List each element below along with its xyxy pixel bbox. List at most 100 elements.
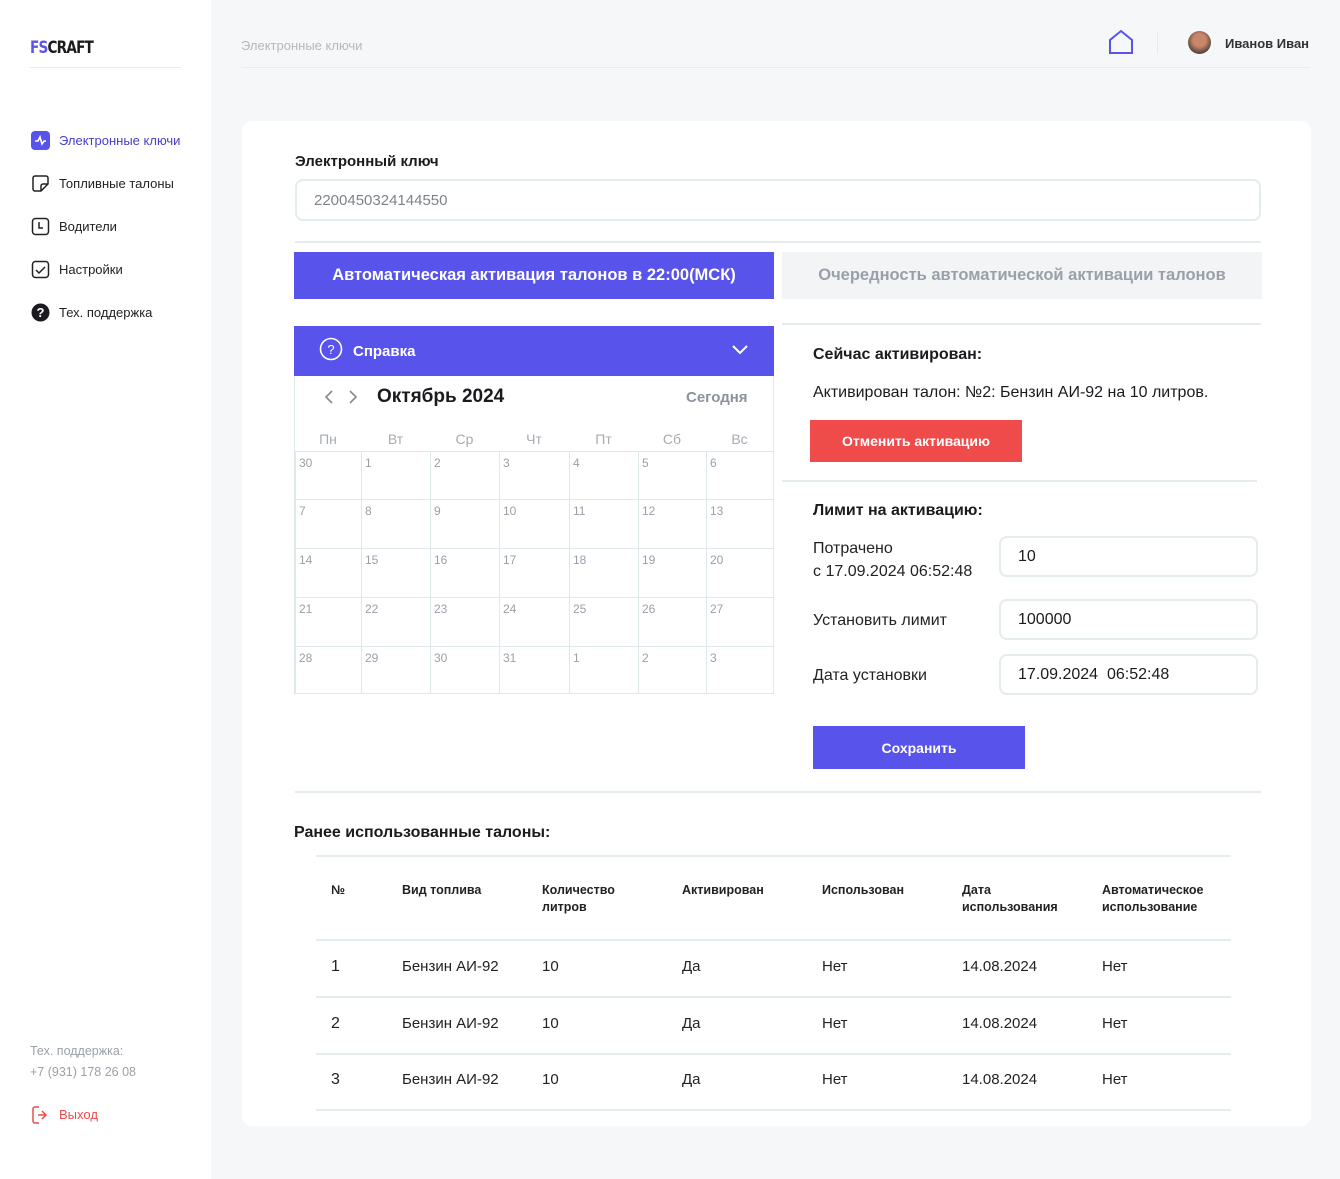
history-title: Ранее использованные талоны:: [294, 824, 551, 841]
column-header: Дата использования: [962, 882, 1058, 916]
calendar-day[interactable]: 17: [499, 548, 570, 598]
table-cell: Да: [682, 1071, 701, 1088]
calendar-day[interactable]: 18: [569, 548, 639, 598]
calendar-day[interactable]: 28: [295, 646, 362, 694]
user-name[interactable]: Иванов Иван: [1225, 36, 1309, 51]
header-line: №: [331, 883, 345, 897]
save-button[interactable]: Сохранить: [813, 726, 1025, 769]
divider: [782, 480, 1257, 482]
calendar-day[interactable]: 12: [638, 499, 707, 549]
chevron-right-icon[interactable]: [346, 388, 360, 411]
table-cell: Нет: [1102, 958, 1128, 975]
spent-label: Потрачено: [813, 540, 893, 557]
column-header: Вид топлива: [402, 882, 481, 899]
table-cell: Бензин АИ-92: [402, 958, 499, 975]
table-cell: Нет: [822, 1071, 848, 1088]
calendar-day[interactable]: 22: [361, 597, 431, 647]
calendar-day[interactable]: 19: [638, 548, 707, 598]
sidebar-item-settings[interactable]: Настройки: [31, 260, 123, 279]
sidebar: FSCRAFT Электронные ключи Топливные тало…: [0, 0, 211, 1179]
breadcrumb[interactable]: Электронные ключи: [241, 38, 362, 53]
sidebar-item-fuel-coupons[interactable]: Топливные талоны: [31, 174, 174, 193]
logo: FSCRAFT: [30, 38, 94, 58]
sidebar-item-drivers[interactable]: Водители: [31, 217, 117, 236]
sidebar-item-support[interactable]: ? Тех. поддержка: [31, 303, 152, 322]
spent-input[interactable]: 10: [999, 536, 1258, 577]
calendar-day[interactable]: 11: [569, 499, 639, 549]
row-divider: [316, 1109, 1231, 1111]
help-icon: ?: [31, 303, 50, 322]
table-cell: Да: [682, 1015, 701, 1032]
sidebar-item-label: Тех. поддержка: [59, 305, 153, 320]
clock-icon: [31, 217, 50, 236]
today-button[interactable]: Сегодня: [686, 389, 748, 406]
table-top-line: [316, 855, 1231, 857]
row-divider: [316, 996, 1231, 998]
calendar-day[interactable]: 29: [361, 646, 431, 694]
tab-activation-order[interactable]: Очередность автоматической активации тал…: [782, 252, 1262, 299]
calendar-day[interactable]: 30: [295, 451, 362, 500]
calendar-day[interactable]: 14: [295, 548, 362, 598]
logout-button[interactable]: Выход: [31, 1105, 98, 1124]
avatar[interactable]: [1188, 31, 1211, 54]
calendar-day[interactable]: 13: [706, 499, 774, 549]
calendar-day[interactable]: 24: [499, 597, 570, 647]
logout-label: Выход: [59, 1107, 98, 1122]
calendar-day[interactable]: 31: [499, 646, 570, 694]
sidebar-item-label: Электронные ключи: [59, 133, 181, 148]
calendar-day[interactable]: 7: [295, 499, 362, 549]
header-line: литров: [542, 900, 587, 914]
calendar-day[interactable]: 20: [706, 548, 774, 598]
calendar-day[interactable]: 10: [499, 499, 570, 549]
calendar-day[interactable]: 2: [430, 451, 500, 500]
calendar-day[interactable]: 16: [430, 548, 500, 598]
calendar-day[interactable]: 2: [638, 646, 707, 694]
table-cell: Бензин АИ-92: [402, 1071, 499, 1088]
table-cell: Да: [682, 958, 701, 975]
calendar-day[interactable]: 27: [706, 597, 774, 647]
chevron-down-icon: [731, 342, 749, 360]
header-line: Дата: [962, 883, 991, 897]
help-accordion[interactable]: ? Справка: [294, 326, 774, 376]
calendar-day[interactable]: 5: [638, 451, 707, 500]
header-line: использования: [962, 900, 1058, 914]
calendar-day[interactable]: 3: [499, 451, 570, 500]
set-limit-label: Установить лимит: [813, 612, 947, 629]
weekday-label: Пт: [595, 431, 612, 447]
sidebar-item-electronic-keys[interactable]: Электронные ключи: [31, 131, 180, 150]
calendar-day[interactable]: 3: [706, 646, 774, 694]
column-header: Активирован: [682, 882, 764, 899]
sidebar-item-label: Водители: [59, 219, 117, 234]
calendar-day[interactable]: 1: [361, 451, 431, 500]
home-icon[interactable]: [1107, 29, 1135, 60]
tab-auto-activation[interactable]: Автоматическая активация талонов в 22:00…: [294, 252, 774, 299]
calendar-day[interactable]: 23: [430, 597, 500, 647]
set-limit-input[interactable]: 100000: [999, 599, 1258, 640]
calendar-day[interactable]: 1: [569, 646, 639, 694]
header-line: Автоматическое: [1102, 883, 1204, 897]
table-cell: Нет: [1102, 1071, 1128, 1088]
date-input[interactable]: 17.09.2024 06:52:48: [999, 654, 1258, 695]
calendar-day[interactable]: 8: [361, 499, 431, 549]
calendar-day[interactable]: 4: [569, 451, 639, 500]
support-phone[interactable]: +7 (931) 178 26 08: [30, 1065, 136, 1079]
table-cell: 14.08.2024: [962, 958, 1038, 975]
calendar-day[interactable]: 25: [569, 597, 639, 647]
sticker-icon: [31, 174, 50, 193]
table-cell: 10: [542, 1015, 559, 1032]
divider: [30, 67, 181, 68]
calendar-day[interactable]: 21: [295, 597, 362, 647]
calendar-day[interactable]: 9: [430, 499, 500, 549]
chevron-left-icon[interactable]: [322, 388, 336, 411]
calendar-day[interactable]: 30: [430, 646, 500, 694]
divider: [295, 241, 1261, 243]
sidebar-item-label: Настройки: [59, 262, 123, 277]
calendar-day[interactable]: 6: [706, 451, 774, 500]
key-input[interactable]: 2200450324144550: [295, 179, 1261, 221]
calendar-day[interactable]: 26: [638, 597, 707, 647]
active-title: Сейчас активирован:: [813, 346, 983, 363]
calendar-day[interactable]: 15: [361, 548, 431, 598]
cancel-activation-button[interactable]: Отменить активацию: [810, 420, 1022, 462]
header-line: Вид топлива: [402, 883, 482, 897]
table-cell: Нет: [822, 1015, 848, 1032]
